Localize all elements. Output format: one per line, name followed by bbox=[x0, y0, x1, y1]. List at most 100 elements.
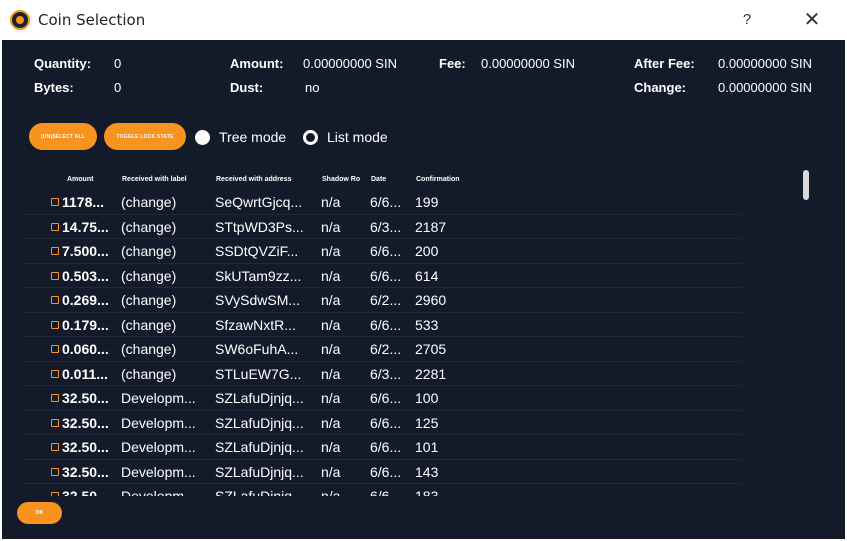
cell-shadow: n/a bbox=[321, 292, 341, 308]
cell-address: SSDtQVZiF... bbox=[215, 243, 299, 259]
cell-amount: 0.179... bbox=[62, 316, 109, 333]
row-checkbox-icon[interactable] bbox=[51, 418, 59, 427]
cell-label: Developm... bbox=[121, 390, 196, 406]
cell-amount: 32.50... bbox=[62, 414, 109, 431]
cell-confirmation: 199 bbox=[415, 194, 439, 210]
cell-amount: 1178... bbox=[62, 194, 105, 210]
cell-label: (change) bbox=[121, 365, 177, 382]
cell-address: SZLafuDjnjq... bbox=[215, 390, 304, 406]
table-row[interactable]: 32.50... Developm... SZLafuDjnjq... n/a 6/6.… bbox=[22, 386, 742, 411]
cell-date: 6/6... bbox=[370, 390, 402, 406]
cell-confirmation: 200 bbox=[415, 243, 439, 259]
cell-date: 6/6... bbox=[370, 488, 402, 496]
cell-address: SZLafuDjnjq... bbox=[215, 463, 304, 480]
cell-amount: 0.269... bbox=[62, 292, 109, 308]
cell-confirmation: 143 bbox=[415, 463, 439, 480]
cell-confirmation: 100 bbox=[415, 390, 439, 406]
cell-shadow: n/a bbox=[321, 194, 341, 210]
quantity-value: 0 bbox=[114, 56, 122, 71]
header-date[interactable]: Date bbox=[371, 176, 386, 183]
amount-value: 0.00000000 SIN bbox=[303, 56, 397, 71]
cell-amount: 32.50... bbox=[62, 488, 109, 496]
table-row[interactable]: 7.500... (change) SSDtQVZiF... n/a 6/6... 200 bbox=[22, 239, 742, 264]
coin-table: Amount Received with label Received with… bbox=[22, 173, 822, 496]
table-row[interactable]: 0.060... (change) SW6oFuhA... n/a 6/2... 2705 bbox=[22, 337, 742, 362]
quantity-label: Quantity: bbox=[34, 56, 92, 71]
cell-shadow: n/a bbox=[321, 439, 341, 455]
table-row[interactable]: 32.50... Developm... SZLafuDjnjq... n/a 6/6.… bbox=[22, 484, 742, 496]
cell-shadow: n/a bbox=[321, 463, 341, 480]
change-label: Change: bbox=[634, 80, 686, 95]
cell-label: Developm... bbox=[121, 488, 196, 496]
bytes-value: 0 bbox=[114, 80, 122, 95]
scroll-thumb[interactable] bbox=[803, 170, 809, 200]
ok-button[interactable]: OK bbox=[17, 502, 62, 524]
row-checkbox-icon[interactable] bbox=[51, 345, 59, 353]
cell-address: STtpWD3Ps... bbox=[215, 218, 304, 235]
cell-amount: 0.011... bbox=[62, 365, 108, 382]
after-fee-label: After Fee: bbox=[634, 56, 695, 71]
cell-confirmation: 533 bbox=[415, 316, 439, 333]
cell-date: 6/6... bbox=[370, 243, 402, 259]
table-row[interactable]: 32.50... Developm... SZLafuDjnjq... n/a 6/6.… bbox=[22, 460, 742, 484]
help-button[interactable]: ? bbox=[737, 9, 757, 31]
table-row[interactable]: 32.50... Developm... SZLafuDjnjq... n/a 6/6.… bbox=[22, 411, 742, 435]
cell-date: 6/6... bbox=[370, 414, 402, 431]
table-row[interactable]: 0.179... (change) SfzawNxtR... n/a 6/6... 533 bbox=[22, 313, 742, 337]
row-checkbox-icon[interactable] bbox=[51, 369, 59, 378]
cell-shadow: n/a bbox=[321, 365, 341, 382]
cell-confirmation: 2281 bbox=[415, 365, 447, 382]
cell-address: STLuEW7G... bbox=[215, 365, 302, 382]
toggle-lock-state-button[interactable]: TOGGLE LOCK STATE bbox=[104, 123, 186, 150]
table-scrollbar[interactable] bbox=[803, 170, 809, 510]
cell-confirmation: 2187 bbox=[415, 218, 447, 235]
unselect-all-button[interactable]: (UN)SELECT ALL bbox=[29, 123, 97, 150]
cell-shadow: n/a bbox=[321, 218, 341, 235]
app-logo-icon bbox=[10, 10, 30, 30]
table-row[interactable]: 0.011... (change) STLuEW7G... n/a 6/3... 2281 bbox=[22, 362, 742, 386]
table-body: 1178... (change) SeQwrtGjcq... n/a 6/6... 199… bbox=[22, 190, 822, 496]
row-checkbox-icon[interactable] bbox=[51, 492, 59, 496]
coin-selection-panel: Quantity: 0 Bytes: 0 Amount: 0.00000000 … bbox=[2, 40, 845, 539]
row-checkbox-icon[interactable] bbox=[51, 247, 59, 255]
cell-date: 6/6... bbox=[370, 316, 402, 333]
close-button[interactable]: ✕ bbox=[800, 8, 824, 32]
cell-label: Developm... bbox=[121, 414, 196, 431]
cell-amount: 32.50... bbox=[62, 439, 109, 455]
row-checkbox-icon[interactable] bbox=[51, 296, 59, 304]
table-row[interactable]: 32.50... Developm... SZLafuDjnjq... n/a 6/6.… bbox=[22, 435, 742, 460]
table-row[interactable]: 0.269... (change) SVySdwSM... n/a 6/2... 2960 bbox=[22, 288, 742, 313]
header-shadow[interactable]: Shadow Ro bbox=[322, 176, 360, 183]
cell-address: SW6oFuhA... bbox=[215, 341, 299, 357]
cell-address: SeQwrtGjcq... bbox=[215, 194, 303, 210]
table-row[interactable]: 0.503... (change) SkUTam9zz... n/a 6/6... 614 bbox=[22, 264, 742, 288]
row-checkbox-icon[interactable] bbox=[51, 394, 59, 402]
amount-label: Amount: bbox=[230, 56, 284, 71]
cell-address: SZLafuDjnjq... bbox=[215, 488, 304, 496]
header-address[interactable]: Received with address bbox=[216, 176, 291, 183]
cell-confirmation: 2960 bbox=[415, 292, 447, 308]
row-checkbox-icon[interactable] bbox=[51, 222, 59, 231]
table-row[interactable]: 14.75... (change) STtpWD3Ps... n/a 6/3... 218… bbox=[22, 215, 742, 239]
list-mode-label[interactable]: List mode bbox=[327, 129, 388, 145]
cell-label: (change) bbox=[121, 341, 177, 357]
cell-address: SVySdwSM... bbox=[215, 292, 301, 308]
header-confirmation[interactable]: Confirmation bbox=[416, 176, 460, 183]
row-checkbox-icon[interactable] bbox=[51, 320, 59, 329]
cell-shadow: n/a bbox=[321, 488, 341, 496]
cell-confirmation: 183 bbox=[415, 488, 439, 496]
dust-value: no bbox=[305, 80, 320, 95]
cell-shadow: n/a bbox=[321, 414, 341, 431]
row-checkbox-icon[interactable] bbox=[51, 198, 59, 206]
list-mode-radio[interactable] bbox=[303, 130, 318, 145]
tree-mode-label[interactable]: Tree mode bbox=[219, 129, 286, 145]
header-amount[interactable]: Amount bbox=[67, 176, 93, 183]
tree-mode-radio[interactable] bbox=[195, 130, 210, 145]
row-checkbox-icon[interactable] bbox=[51, 467, 59, 476]
cell-date: 6/6... bbox=[370, 267, 402, 284]
cell-amount: 14.75... bbox=[62, 218, 109, 235]
row-checkbox-icon[interactable] bbox=[51, 443, 59, 451]
header-label[interactable]: Received with label bbox=[122, 176, 187, 183]
table-row[interactable]: 1178... (change) SeQwrtGjcq... n/a 6/6... 199 bbox=[22, 190, 742, 215]
row-checkbox-icon[interactable] bbox=[51, 271, 59, 280]
